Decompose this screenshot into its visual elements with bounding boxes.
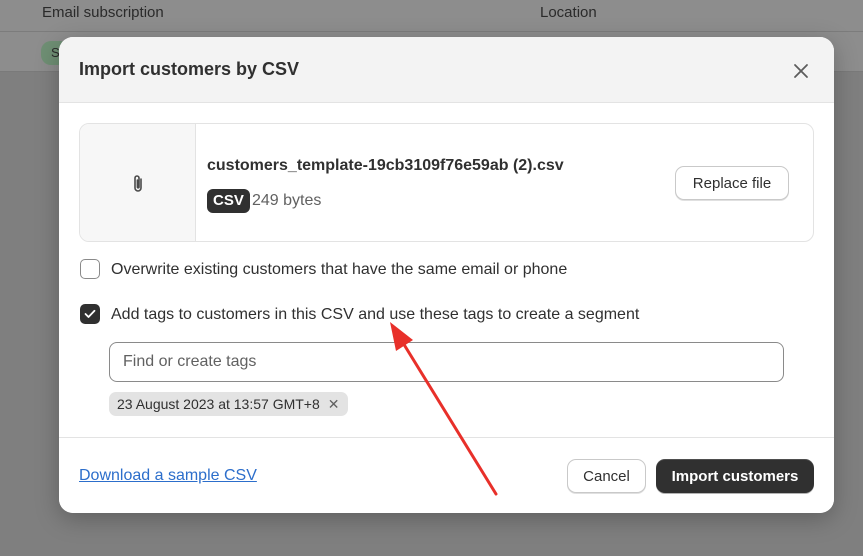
paperclip-icon xyxy=(133,174,142,192)
add-tags-label[interactable]: Add tags to customers in this CSV and us… xyxy=(111,306,639,324)
column-email-subscription[interactable]: Email subscription xyxy=(42,4,164,21)
close-button[interactable] xyxy=(787,57,815,85)
tag-chip: 23 August 2023 at 13:57 GMT+8 ✕ xyxy=(109,392,348,416)
modal-footer: Download a sample CSV Cancel Import cust… xyxy=(59,437,834,513)
modal-title: Import customers by CSV xyxy=(79,59,300,79)
tag-chip-label: 23 August 2023 at 13:57 GMT+8 xyxy=(117,396,320,412)
checkmark-icon xyxy=(84,309,96,318)
remove-tag-icon[interactable]: ✕ xyxy=(328,396,340,413)
file-name: customers_template-19cb3109f76e59ab (2).… xyxy=(207,157,564,174)
import-customers-modal: Import customers by CSV customers_templa… xyxy=(59,37,834,513)
close-icon xyxy=(794,64,808,78)
column-location[interactable]: Location xyxy=(540,4,597,21)
overwrite-customers-label[interactable]: Overwrite existing customers that have t… xyxy=(111,261,567,279)
add-tags-checkbox[interactable] xyxy=(80,304,100,324)
import-customers-button[interactable]: Import customers xyxy=(656,459,814,493)
table-divider xyxy=(0,31,863,32)
file-thumbnail xyxy=(80,124,196,241)
download-sample-csv-link[interactable]: Download a sample CSV xyxy=(79,467,257,485)
cancel-button[interactable]: Cancel xyxy=(567,459,646,493)
replace-file-button[interactable]: Replace file xyxy=(675,166,789,200)
modal-header: Import customers by CSV xyxy=(59,37,834,103)
file-size: 249 bytes xyxy=(252,192,322,209)
tags-search-input[interactable] xyxy=(109,342,784,382)
uploaded-file-card: customers_template-19cb3109f76e59ab (2).… xyxy=(79,123,814,242)
file-type-badge: CSV xyxy=(207,189,250,213)
overwrite-customers-checkbox[interactable] xyxy=(80,259,100,279)
